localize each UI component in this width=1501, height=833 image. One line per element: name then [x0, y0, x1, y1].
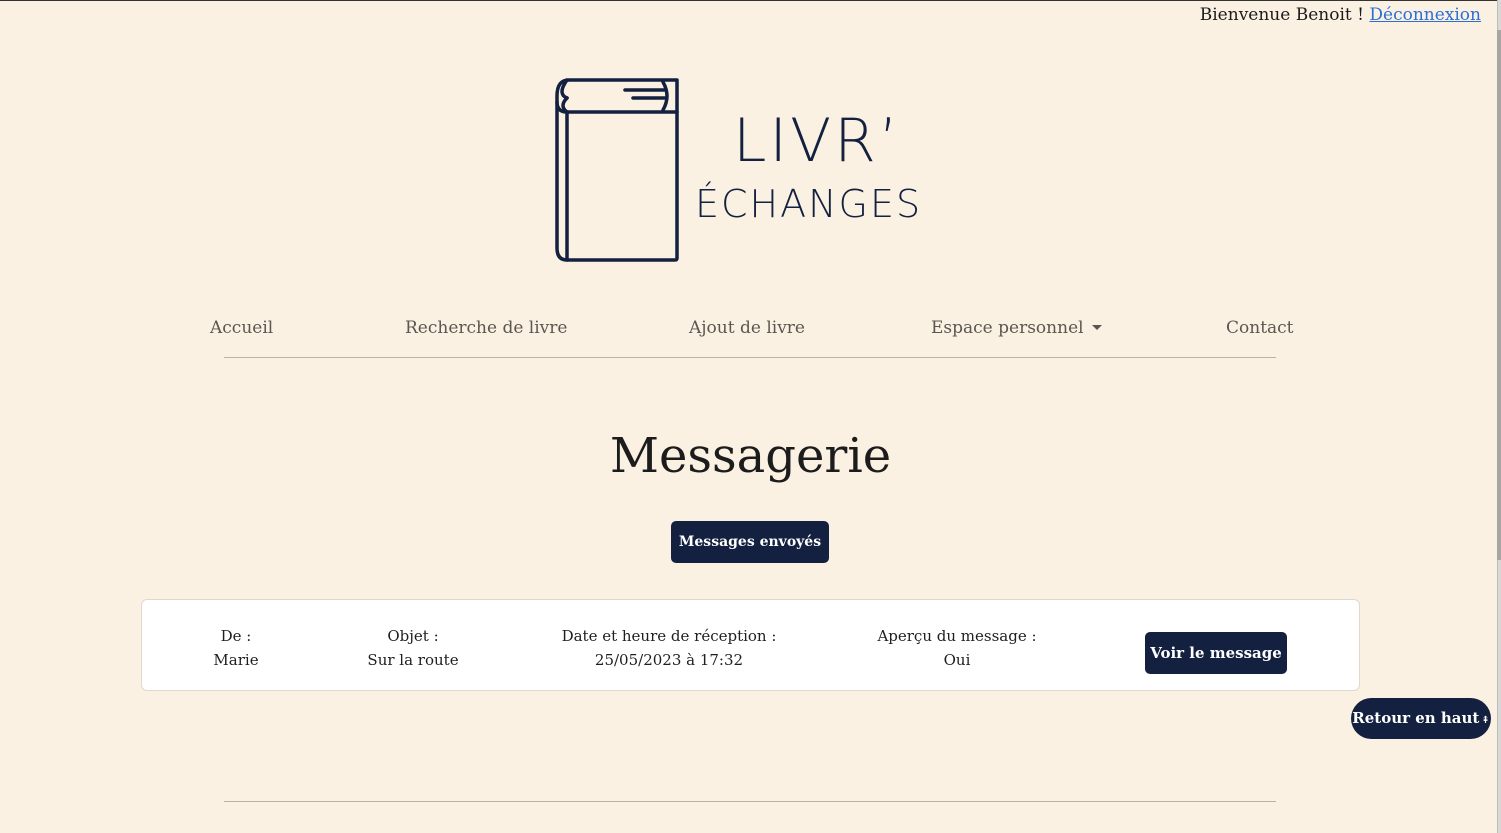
message-card: De : Marie Objet : Sur la route Date et …	[141, 599, 1360, 691]
back-to-top-button[interactable]: Retour en haut ⇞	[1351, 698, 1491, 739]
welcome-text: Bienvenue Benoit !	[1199, 5, 1364, 25]
date-value: 25/05/2023 à 17:32	[594, 651, 744, 669]
message-from: De : Marie	[186, 624, 286, 672]
book-icon	[555, 78, 679, 262]
logo-title-line2: ÉCHANGES	[695, 182, 923, 226]
nav-item-espace-personnel[interactable]: Espace personnel	[931, 318, 1102, 338]
message-preview: Aperçu du message : Oui	[862, 624, 1052, 672]
welcome-bar: Bienvenue Benoit ! Déconnexion	[1200, 5, 1481, 25]
site-logo[interactable]: LIVR’ ÉCHANGES	[553, 76, 933, 266]
logout-link[interactable]: Déconnexion	[1369, 5, 1481, 25]
preview-label: Aperçu du message :	[877, 627, 1037, 645]
nav-item-accueil[interactable]: Accueil	[210, 318, 273, 338]
caret-down-icon	[1091, 325, 1102, 330]
main-nav: Accueil Recherche de livre Ajout de livr…	[210, 310, 1294, 358]
subject-value: Sur la route	[367, 651, 459, 669]
back-to-top-label: Retour en haut	[1352, 709, 1480, 727]
nav-item-contact[interactable]: Contact	[1226, 318, 1294, 338]
logo-title-line1: LIVR’	[733, 106, 901, 176]
subject-label: Objet :	[387, 627, 439, 645]
from-value: Marie	[213, 651, 259, 669]
message-subject: Objet : Sur la route	[338, 624, 488, 672]
nav-item-ajout[interactable]: Ajout de livre	[689, 318, 805, 338]
sent-messages-button[interactable]: Messages envoyés	[671, 521, 829, 563]
window-top-border	[0, 0, 1501, 1]
footer-divider	[224, 801, 1276, 802]
date-label: Date et heure de réception :	[561, 627, 777, 645]
nav-item-espace-label: Espace personnel	[931, 318, 1084, 338]
double-chevron-up-icon: ⇞	[1481, 715, 1490, 726]
page-title: Messagerie	[609, 428, 892, 484]
message-date: Date et heure de réception : 25/05/2023 …	[549, 624, 789, 672]
preview-value: Oui	[943, 651, 971, 669]
view-message-button[interactable]: Voir le message	[1145, 632, 1287, 674]
from-label: De :	[220, 627, 252, 645]
nav-item-recherche[interactable]: Recherche de livre	[405, 318, 567, 338]
